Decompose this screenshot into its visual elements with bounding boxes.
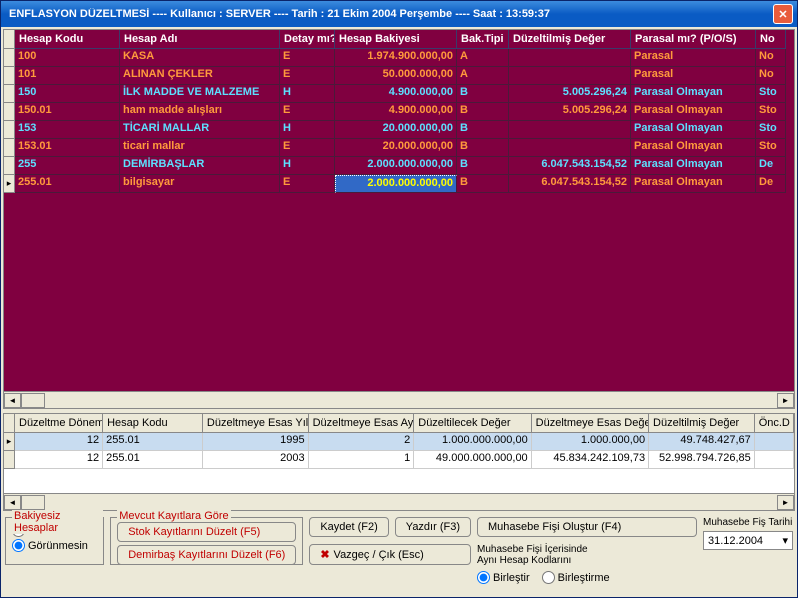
kaydet-button[interactable]: Kaydet (F2) xyxy=(309,517,388,537)
col-esas[interactable]: Düzeltmeye Esas Değe xyxy=(532,414,649,433)
table-row[interactable]: 255DEMİRBAŞLARH2.000.000.000,00B6.047.54… xyxy=(4,157,794,175)
mevcut-group: Mevcut Kayıtlara Göre Stok Kayıtlarını D… xyxy=(110,517,303,565)
scroll-left-icon[interactable]: ◄ xyxy=(4,393,21,408)
close-icon[interactable]: ✕ xyxy=(773,4,793,24)
app-window: ENFLASYON DÜZELTMESİ ---- Kullanıcı : SE… xyxy=(0,0,798,598)
col-hesap-kodu[interactable]: Hesap Kodu xyxy=(15,30,120,49)
h-scrollbar-top[interactable]: ◄ ► xyxy=(4,391,794,408)
demirbas-duzelt-button[interactable]: Demirbaş Kayıtlarını Düzelt (F6) xyxy=(117,545,296,565)
col-duz[interactable]: Düzeltilmiş Değer xyxy=(649,414,755,433)
scroll-right-icon[interactable]: ► xyxy=(777,495,794,510)
fis-group: Muhasebe Fişi Oluştur (F4) Muhasebe Fişi… xyxy=(477,517,697,586)
fis-tarih-input[interactable]: 31.12.2004 ▾ xyxy=(703,531,793,550)
accounts-grid-header: Hesap Kodu Hesap Adı Detay mı? Hesap Bak… xyxy=(4,30,794,49)
bakiyesiz-group: Bakiyesiz Hesaplar Görünsün Görünmesin xyxy=(5,517,104,565)
col-bakiye[interactable]: Hesap Bakiyesi xyxy=(335,30,457,49)
col-hesap-adi[interactable]: Hesap Adı xyxy=(120,30,280,49)
h-scrollbar-bottom[interactable]: ◄ ► xyxy=(4,493,794,510)
col-baktipi[interactable]: Bak.Tipi xyxy=(457,30,509,49)
controls-panel: Bakiyesiz Hesaplar Görünsün Görünmesin M… xyxy=(3,515,795,588)
col-ay[interactable]: Düzeltmeye Esas Ay xyxy=(309,414,415,433)
stok-duzelt-button[interactable]: Stok Kayıtlarını Düzelt (F5) xyxy=(117,522,296,542)
yazdir-button[interactable]: Yazdır (F3) xyxy=(395,517,471,537)
table-row[interactable]: 153TİCARİ MALLARH20.000.000,00BParasal O… xyxy=(4,121,794,139)
window-title: ENFLASYON DÜZELTMESİ ---- Kullanıcı : SE… xyxy=(5,8,773,20)
fis-tarih-label: Muhasebe Fiş Tarihi xyxy=(703,517,793,528)
fis-ic-label: Muhasebe Fişi İçerisinde Aynı Hesap Kodl… xyxy=(477,544,597,566)
table-row[interactable]: 150İLK MADDE VE MALZEMEH4.900.000,00B5.0… xyxy=(4,85,794,103)
col-duzeltilmis[interactable]: Düzeltilmiş Değer xyxy=(509,30,631,49)
table-row[interactable]: ▸12255.01199521.000.000.000,001.000.000,… xyxy=(4,433,794,451)
col-parasal[interactable]: Parasal mı? (P/O/S) xyxy=(631,30,756,49)
detail-grid-body[interactable]: ▸12255.01199521.000.000.000,001.000.000,… xyxy=(4,433,794,493)
scroll-left-icon[interactable]: ◄ xyxy=(4,495,21,510)
radio-birlestir[interactable]: Birleştir xyxy=(477,571,530,584)
col-donem[interactable]: Düzeltme Dönemi xyxy=(15,414,103,433)
table-row[interactable]: 153.01ticari mallarE20.000.000,00BParasa… xyxy=(4,139,794,157)
action-buttons: Kaydet (F2) Yazdır (F3) ✖Vazgeç / Çık (E… xyxy=(309,517,471,565)
detail-grid: Düzeltme Dönemi Hesap Kodu Düzeltmeye Es… xyxy=(3,413,795,511)
date-group: Muhasebe Fiş Tarihi 31.12.2004 ▾ xyxy=(703,517,793,550)
mevcut-legend: Mevcut Kayıtlara Göre xyxy=(117,510,230,522)
accounts-grid: Hesap Kodu Hesap Adı Detay mı? Hesap Bak… xyxy=(3,29,795,409)
col-yil[interactable]: Düzeltmeye Esas Yıl xyxy=(203,414,309,433)
table-row[interactable]: 101ALINAN ÇEKLERE50.000.000,00AParasalNo xyxy=(4,67,794,85)
col-detay[interactable]: Detay mı? xyxy=(280,30,335,49)
muhasebe-fis-button[interactable]: Muhasebe Fişi Oluştur (F4) xyxy=(477,517,697,537)
col-deger[interactable]: Düzeltilecek Değer xyxy=(414,414,531,433)
table-row[interactable]: ▸255.01bilgisayarE2.000.000.000,00B6.047… xyxy=(4,175,794,193)
accounts-grid-body[interactable]: 100KASAE1.974.900.000,00AParasalNo101ALI… xyxy=(4,49,794,391)
table-row[interactable]: 100KASAE1.974.900.000,00AParasalNo xyxy=(4,49,794,67)
col-no[interactable]: No xyxy=(756,30,786,49)
scroll-right-icon[interactable]: ► xyxy=(777,393,794,408)
chevron-down-icon[interactable]: ▾ xyxy=(782,534,788,547)
radio-birlestirme[interactable]: Birleştirme xyxy=(542,571,610,584)
vazgec-button[interactable]: ✖Vazgeç / Çık (Esc) xyxy=(309,544,471,565)
radio-gorunmesin[interactable]: Görünmesin xyxy=(12,539,97,552)
x-icon: ✖ xyxy=(320,548,329,561)
detail-grid-header: Düzeltme Dönemi Hesap Kodu Düzeltmeye Es… xyxy=(4,414,794,433)
col-hkodu[interactable]: Hesap Kodu xyxy=(103,414,203,433)
scroll-thumb[interactable] xyxy=(21,393,45,408)
bakiyesiz-legend: Bakiyesiz Hesaplar xyxy=(12,510,103,534)
titlebar: ENFLASYON DÜZELTMESİ ---- Kullanıcı : SE… xyxy=(1,1,797,27)
scroll-thumb[interactable] xyxy=(21,495,45,510)
table-row[interactable]: 12255.012003149.000.000.000,0045.834.242… xyxy=(4,451,794,469)
table-row[interactable]: 150.01ham madde alışlarıE4.900.000,00B5.… xyxy=(4,103,794,121)
col-onc[interactable]: Önc.D xyxy=(755,414,794,433)
